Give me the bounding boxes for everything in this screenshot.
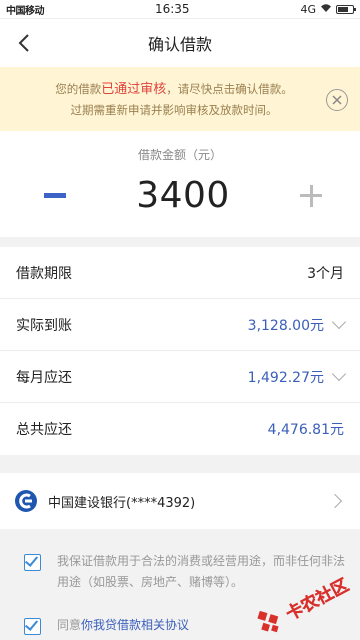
protocol-checkbox[interactable]: [24, 617, 41, 635]
received-row[interactable]: 实际到账 3,128.00元: [0, 299, 360, 351]
term-value: 3个月: [307, 265, 344, 282]
amount-stepper: 3400: [0, 175, 360, 216]
chevron-down-icon[interactable]: [331, 366, 347, 382]
status-right: 4G: [300, 2, 356, 16]
purpose-checkbox[interactable]: [24, 553, 41, 571]
received-value: 3,128.00元: [247, 317, 324, 334]
bank-logo-icon: [14, 489, 38, 513]
close-circle-icon[interactable]: [326, 89, 348, 111]
wifi-icon: [320, 3, 332, 16]
network-type: 4G: [300, 2, 316, 16]
monthly-row[interactable]: 每月应还 1,492.27元: [0, 351, 360, 403]
bank-name: 中国建设银行(****4392): [48, 495, 196, 511]
term-label: 借款期限: [16, 265, 72, 282]
plus-button[interactable]: [300, 184, 322, 207]
status-time: 16:35: [154, 2, 190, 16]
amount-label: 借款金额（元）: [137, 148, 222, 162]
protocol-link[interactable]: 你我贷借款相关协议: [81, 618, 189, 632]
minus-button[interactable]: [44, 193, 66, 198]
notice-line-2: 过期需重新申请并影响审核及放款时间。: [70, 103, 278, 117]
total-value: 4,476.81元: [267, 422, 344, 438]
chevron-right-icon[interactable]: [327, 493, 343, 509]
monthly-label: 每月应还: [16, 369, 72, 386]
term-row: 借款期限 3个月: [0, 247, 360, 299]
chevron-down-icon[interactable]: [331, 314, 347, 330]
monthly-value: 1,492.27元: [247, 369, 324, 386]
status-bar: 中国移动 16:35 4G: [0, 0, 360, 19]
battery-icon: [336, 4, 356, 14]
notice-highlight: 已通过审核: [101, 82, 167, 97]
amount-value[interactable]: 3400: [136, 175, 230, 216]
purpose-agreement: 我保证借款用于合法的消费或经营用途，而非任何非法用途（如股票、房地产、赌博等）。: [24, 551, 348, 593]
protocol-prefix: 同意: [57, 618, 82, 632]
carrier-signal: 中国移动: [6, 5, 45, 17]
chevron-left-icon[interactable]: [12, 31, 36, 55]
approval-notice: 您的借款已通过审核，请尽快点击确认借款。 过期需重新申请并影响审核及放款时间。: [0, 67, 360, 131]
amount-section: 借款金额（元） 3400: [0, 131, 360, 237]
total-label: 总共应还: [16, 422, 72, 438]
bank-card-selector[interactable]: 中国建设银行(****4392): [0, 473, 360, 529]
nav-bar: 确认借款: [0, 19, 360, 67]
total-row: 总共应还 4,476.81元: [0, 403, 360, 455]
page-title: 确认借款: [147, 35, 212, 54]
agreements: 我保证借款用于合法的消费或经营用途，而非任何非法用途（如股票、房地产、赌博等）。…: [0, 529, 360, 636]
received-label: 实际到账: [16, 317, 72, 334]
loan-details: 借款期限 3个月 实际到账 3,128.00元 每月应还 1,492.27元 总…: [0, 247, 360, 455]
notice-line-1: 您的借款已通过审核，请尽快点击确认借款。: [55, 82, 293, 97]
